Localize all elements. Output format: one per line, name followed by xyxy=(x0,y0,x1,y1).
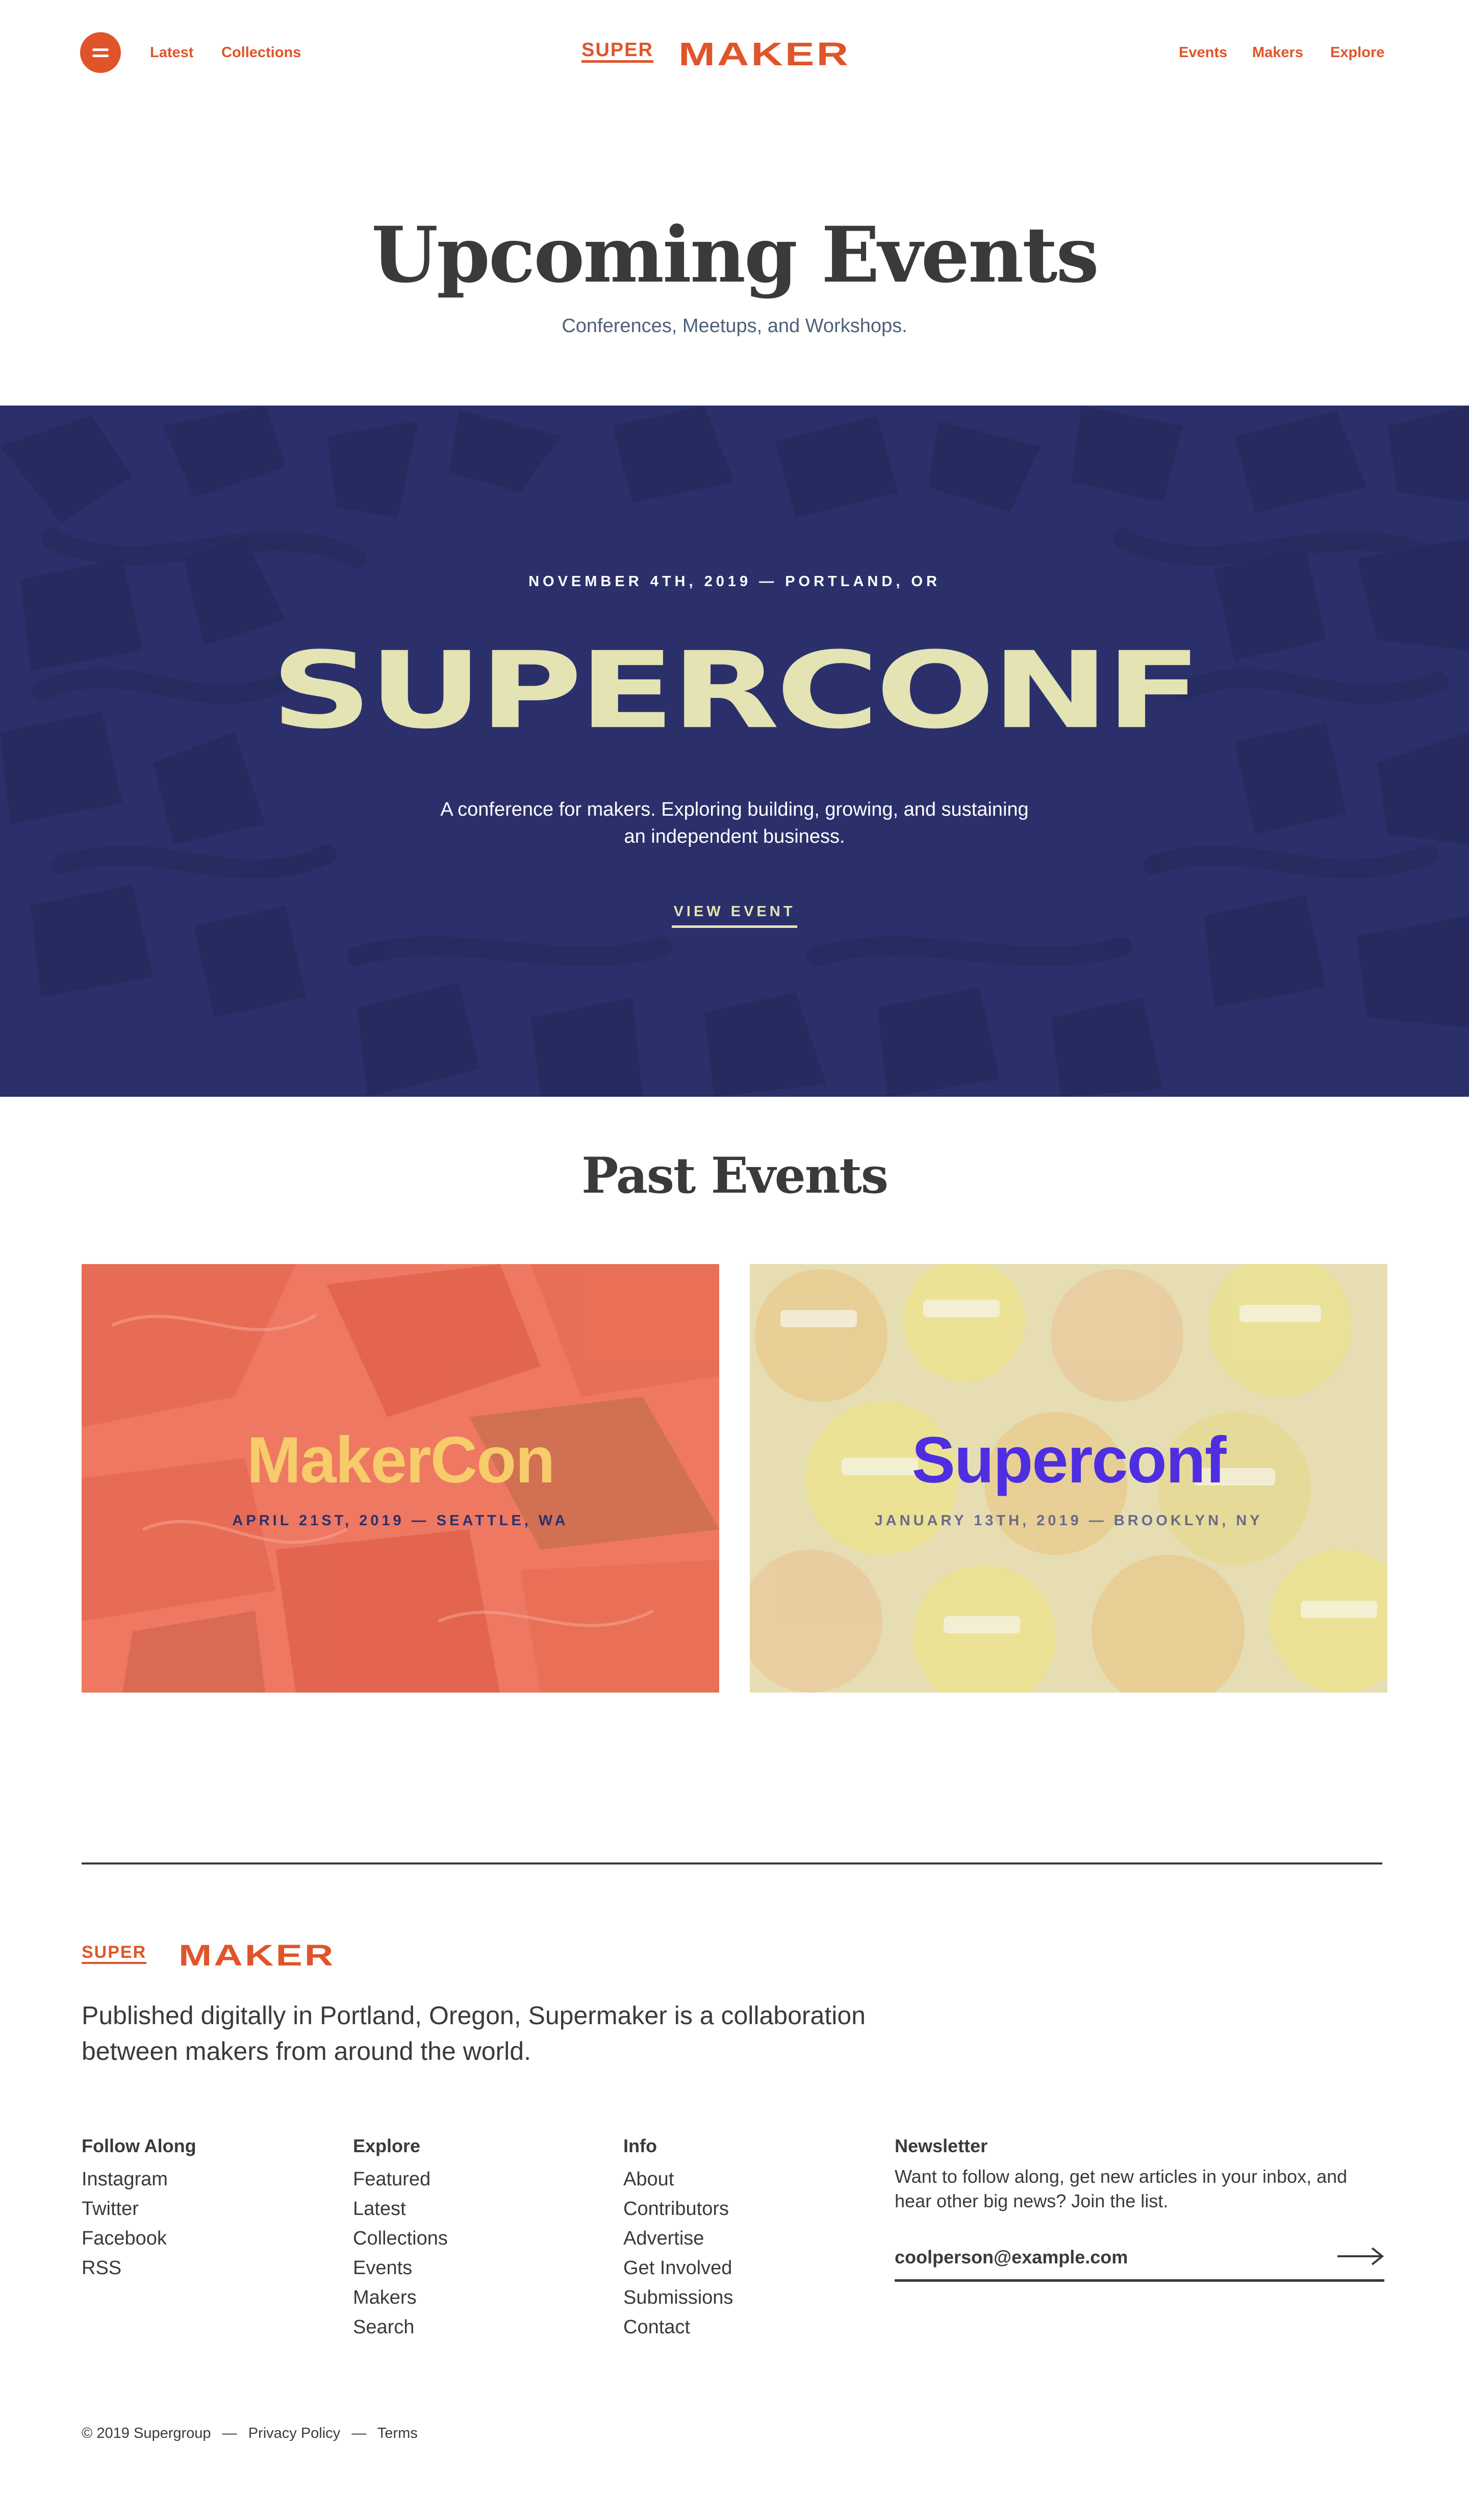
footer-link-get-involved[interactable]: Get Involved xyxy=(623,2253,878,2283)
featured-event-logo: SUPERCONF xyxy=(270,629,1202,752)
past-event-meta: APRIL 21ST, 2019 — SEATTLE, WA xyxy=(232,1513,569,1529)
past-event-name: Superconf xyxy=(911,1424,1227,1497)
newsletter-form xyxy=(895,2242,1384,2282)
footer-logo-super-text: SUPER xyxy=(82,1943,147,1964)
footer-legal: © 2019 Supergroup — Privacy Policy — Ter… xyxy=(82,2425,418,2442)
footer-column-follow: Follow Along Instagram Twitter Facebook … xyxy=(82,2135,337,2283)
view-event-button[interactable]: VIEW EVENT xyxy=(672,903,797,928)
footer-column-newsletter: Newsletter Want to follow along, get new… xyxy=(895,2135,1384,2213)
footer-column-title: Info xyxy=(623,2135,657,2156)
footer-column-title: Explore xyxy=(353,2135,421,2156)
footer-about-text: Published digitally in Portland, Oregon,… xyxy=(82,2001,866,2065)
logo-super-text: SUPER xyxy=(581,40,653,63)
footer-logo-maker-text: MAKER xyxy=(179,1939,336,1972)
footer-link-submissions[interactable]: Submissions xyxy=(623,2283,878,2312)
page-title: Upcoming Events xyxy=(371,210,1099,300)
newsletter-submit-button[interactable] xyxy=(1336,2246,1384,2266)
footer-column-explore: Explore Featured Latest Collections Even… xyxy=(353,2135,608,2342)
past-events-title: Past Events xyxy=(581,1147,889,1204)
past-event-name: MakerCon xyxy=(246,1424,555,1497)
footer-link-events[interactable]: Events xyxy=(353,2253,608,2283)
footer-link-rss[interactable]: RSS xyxy=(82,2253,337,2283)
featured-event-hero: NOVEMBER 4TH, 2019 — PORTLAND, OR SUPERC… xyxy=(0,406,1469,1097)
logo-maker-text: MAKER xyxy=(678,36,851,72)
featured-event-date: NOVEMBER 4TH, 2019 — PORTLAND, OR xyxy=(528,573,941,590)
footer-column-info: Info About Contributors Advertise Get In… xyxy=(623,2135,878,2342)
featured-event-description: A conference for makers. Exploring build… xyxy=(440,799,1029,847)
footer-divider xyxy=(82,1862,1382,1864)
footer-link-twitter[interactable]: Twitter xyxy=(82,2194,337,2224)
newsletter-text: Want to follow along, get new articles i… xyxy=(895,2166,1348,2211)
footer-column-title: Follow Along xyxy=(82,2135,196,2156)
hamburger-icon xyxy=(92,48,109,51)
nav-link-latest[interactable]: Latest xyxy=(150,44,193,61)
footer-link-contact[interactable]: Contact xyxy=(623,2312,878,2342)
terms-link[interactable]: Terms xyxy=(377,2425,418,2441)
site-header: Latest Collections SUPER MAKER Events Ma… xyxy=(0,0,1469,107)
footer-link-contributors[interactable]: Contributors xyxy=(623,2194,878,2224)
footer-link-instagram[interactable]: Instagram xyxy=(82,2164,337,2194)
privacy-policy-link[interactable]: Privacy Policy xyxy=(248,2425,341,2441)
nav-link-explore[interactable]: Explore xyxy=(1330,44,1384,61)
hamburger-icon-bar xyxy=(92,55,109,57)
footer-link-search[interactable]: Search xyxy=(353,2312,608,2342)
newsletter-email-input[interactable] xyxy=(895,2242,1313,2273)
past-event-card-superconf[interactable]: Superconf JANUARY 13TH, 2019 — BROOKLYN,… xyxy=(750,1264,1387,1693)
footer-link-advertise[interactable]: Advertise xyxy=(623,2224,878,2253)
past-event-card-makercon[interactable]: MakerCon APRIL 21ST, 2019 — SEATTLE, WA xyxy=(82,1264,719,1693)
footer-link-featured[interactable]: Featured xyxy=(353,2164,608,2194)
legal-separator: — xyxy=(222,2425,237,2441)
page-subtitle: Conferences, Meetups, and Workshops. xyxy=(562,315,907,337)
nav-link-makers[interactable]: Makers xyxy=(1252,44,1303,61)
copyright-text: © 2019 Supergroup xyxy=(82,2425,211,2441)
nav-link-collections[interactable]: Collections xyxy=(221,44,301,61)
newsletter-title: Newsletter xyxy=(895,2135,988,2156)
footer-logo[interactable]: SUPER MAKER xyxy=(82,1939,398,1972)
footer-link-facebook[interactable]: Facebook xyxy=(82,2224,337,2253)
menu-button[interactable] xyxy=(80,32,121,73)
footer-link-makers[interactable]: Makers xyxy=(353,2283,608,2312)
footer-link-collections[interactable]: Collections xyxy=(353,2224,608,2253)
footer-link-about[interactable]: About xyxy=(623,2164,878,2194)
past-event-meta: JANUARY 13TH, 2019 — BROOKLYN, NY xyxy=(874,1513,1263,1529)
footer-link-latest[interactable]: Latest xyxy=(353,2194,608,2224)
arrow-right-icon xyxy=(1337,2247,1384,2265)
legal-separator: — xyxy=(351,2425,367,2441)
site-logo[interactable]: SUPER MAKER xyxy=(581,36,888,72)
nav-link-events[interactable]: Events xyxy=(1179,44,1227,61)
